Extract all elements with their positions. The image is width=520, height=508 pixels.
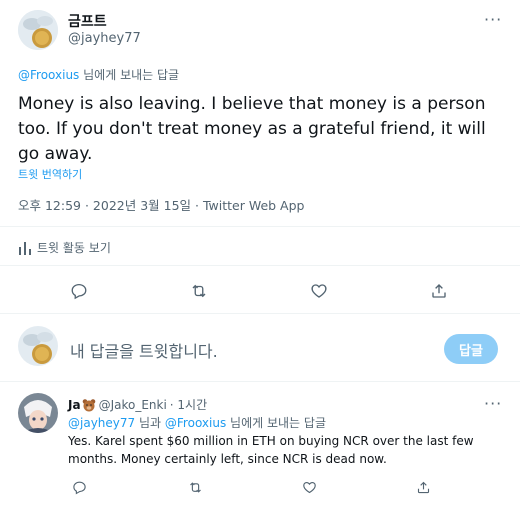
- reply-to-mid: 님과: [138, 416, 162, 430]
- bear-emoji-icon: [82, 398, 96, 412]
- author-display-name[interactable]: 금프트: [68, 11, 107, 31]
- retweet-icon[interactable]: [184, 476, 206, 498]
- reply-icon[interactable]: [68, 476, 90, 498]
- reply-time[interactable]: · 1시간: [170, 396, 207, 413]
- share-icon[interactable]: [412, 476, 434, 498]
- user-avatar[interactable]: [18, 326, 58, 366]
- divider: [0, 313, 520, 314]
- author-handle[interactable]: @jayhey77: [68, 31, 141, 46]
- reply-to-user-link[interactable]: @Frooxius: [18, 68, 79, 82]
- share-icon[interactable]: [428, 280, 450, 302]
- divider: [0, 381, 520, 382]
- heart-icon[interactable]: [308, 280, 330, 302]
- tweet-timestamp[interactable]: 오후 12:59 · 2022년 3월 15일 · Twitter Web Ap…: [18, 195, 304, 214]
- view-activity-label: 트윗 활동 보기: [37, 241, 111, 255]
- reply-author-header: Ja @Jako_Enki · 1시간: [68, 396, 207, 413]
- reply-to-suffix: 님에게 보내는 답글: [230, 416, 326, 430]
- reply-author-display-name[interactable]: Ja: [68, 398, 81, 412]
- reply-submit-button[interactable]: 답글: [444, 334, 498, 364]
- reply-compose-input[interactable]: 내 답글을 트윗합니다.: [70, 338, 218, 362]
- translate-tweet-link[interactable]: 트윗 번역하기: [18, 166, 82, 182]
- retweet-icon[interactable]: [188, 280, 210, 302]
- reply-to-user-link[interactable]: @Frooxius: [165, 416, 226, 430]
- more-options-icon[interactable]: ···: [484, 12, 502, 28]
- bar-chart-icon: [18, 241, 32, 255]
- heart-icon[interactable]: [298, 476, 320, 498]
- reply-more-options-icon[interactable]: ···: [484, 396, 502, 412]
- view-activity-link[interactable]: 트윗 활동 보기: [18, 239, 111, 256]
- divider: [0, 265, 520, 266]
- reply-author-avatar[interactable]: [18, 393, 58, 433]
- reply-replying-to: @jayhey77 님과 @Frooxius 님에게 보내는 답글: [68, 414, 326, 431]
- reply-author-handle[interactable]: @Jako_Enki: [99, 398, 167, 412]
- reply-to-user-link[interactable]: @jayhey77: [68, 416, 135, 430]
- reply-to-suffix: 님에게 보내는 답글: [83, 68, 180, 82]
- tweet-text: Money is also leaving. I believe that mo…: [18, 94, 486, 164]
- author-avatar[interactable]: [18, 10, 58, 50]
- reply-icon[interactable]: [68, 280, 90, 302]
- reply-tweet-text: Yes. Karel spent $60 million in ETH on b…: [68, 434, 474, 466]
- replying-to: @Frooxius 님에게 보내는 답글: [18, 66, 179, 83]
- divider: [0, 226, 520, 227]
